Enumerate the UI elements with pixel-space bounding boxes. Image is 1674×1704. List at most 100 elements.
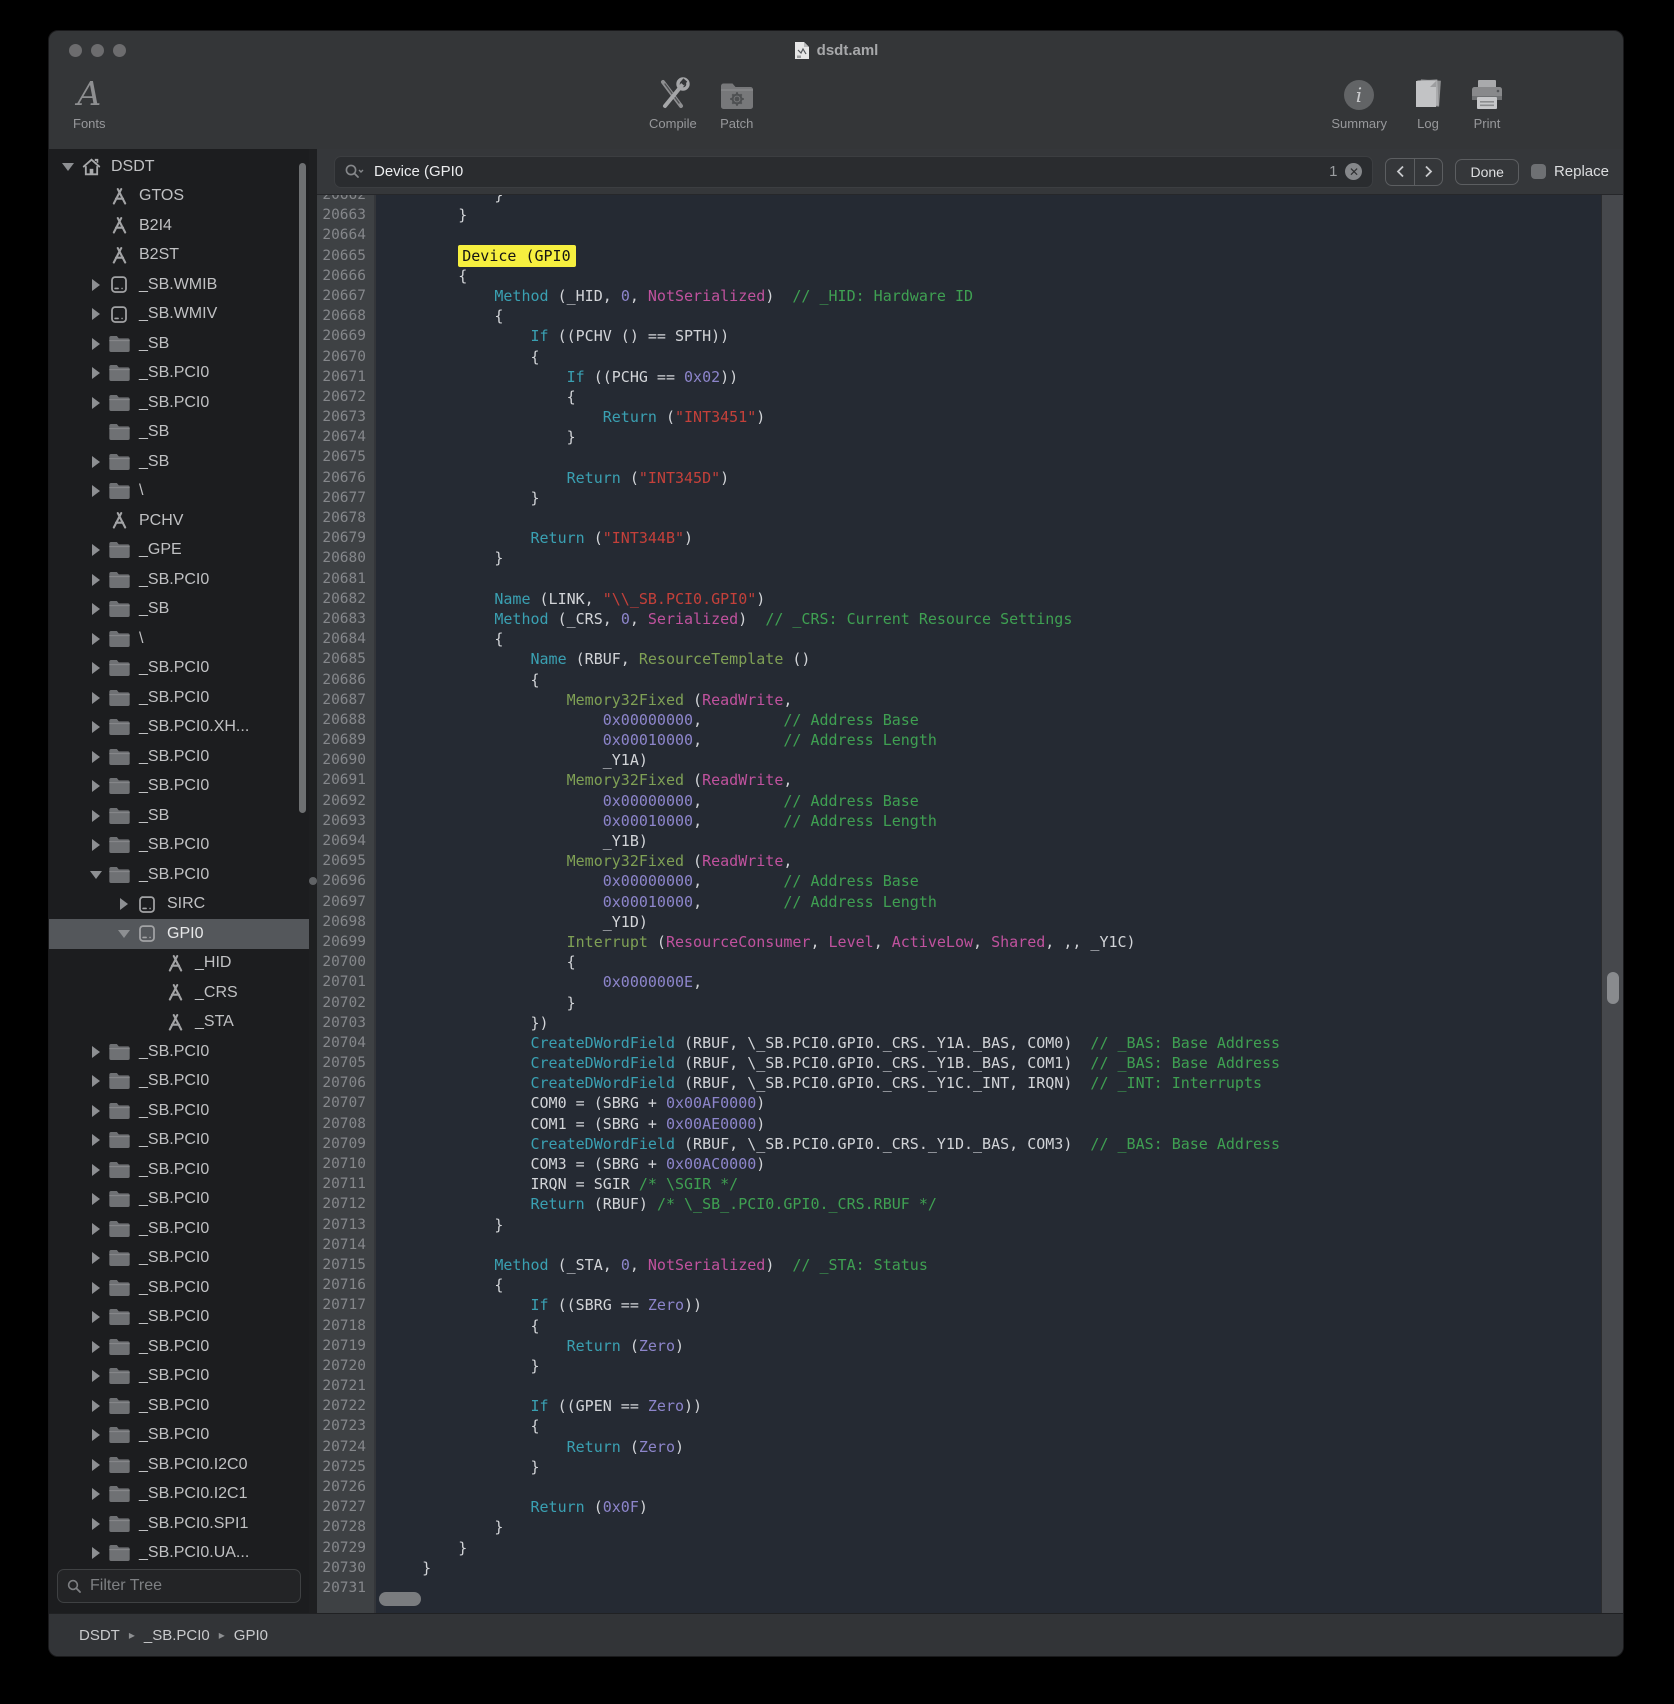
disclosure-triangle[interactable] <box>87 1223 105 1235</box>
title-bar[interactable]: dsdt.aml <box>49 31 1623 69</box>
disclosure-triangle[interactable] <box>87 780 105 792</box>
tree-item-sbpci0[interactable]: _SB.PCI0 <box>49 359 309 389</box>
tree-item-sbpci0[interactable]: _SB.PCI0 <box>49 1214 309 1244</box>
tree-item-sbpci0[interactable]: _SB.PCI0 <box>49 742 309 772</box>
tree-item-sb[interactable]: _SB <box>49 801 309 831</box>
disclosure-triangle[interactable] <box>87 603 105 615</box>
tree-item-sbpci0[interactable]: _SB.PCI0 <box>49 1362 309 1392</box>
disclosure-triangle[interactable] <box>87 456 105 468</box>
tree-item-sbwmiv[interactable]: _SB.WMIV <box>49 300 309 330</box>
log-button[interactable]: Log <box>1411 75 1445 131</box>
tree-item-sbpci0[interactable]: _SB.PCI0 <box>49 565 309 595</box>
fonts-button[interactable]: A Fonts <box>73 75 106 131</box>
disclosure-triangle[interactable] <box>87 1252 105 1264</box>
tree-item-sbpci0[interactable]: _SB.PCI0 <box>49 1332 309 1362</box>
tree-item-sbpci0i2c0[interactable]: _SB.PCI0.I2C0 <box>49 1450 309 1480</box>
divider-handle-icon[interactable] <box>309 877 317 885</box>
tree-item-sbpci0[interactable]: _SB.PCI0 <box>49 772 309 802</box>
print-button[interactable]: Print <box>1469 75 1505 131</box>
disclosure-triangle[interactable] <box>87 751 105 763</box>
vertical-scrollbar-thumb[interactable] <box>1607 972 1619 1004</box>
disclosure-triangle[interactable] <box>87 1341 105 1353</box>
disclosure-triangle[interactable] <box>87 1459 105 1471</box>
tree-item-sbpci0ua[interactable]: _SB.PCI0.UA... <box>49 1539 309 1564</box>
find-field[interactable]: 1 ✕ <box>334 156 1373 188</box>
clear-search-icon[interactable]: ✕ <box>1345 163 1362 180</box>
tree-item-sbpci0[interactable]: _SB.PCI0 <box>49 1421 309 1451</box>
tree-item-gpe[interactable]: _GPE <box>49 536 309 566</box>
disclosure-triangle[interactable] <box>87 574 105 586</box>
done-button[interactable]: Done <box>1455 159 1518 185</box>
tree-item-sbpci0[interactable]: _SB.PCI0 <box>49 1391 309 1421</box>
tree-item-b2st[interactable]: B2ST <box>49 241 309 271</box>
disclosure-triangle[interactable] <box>87 1282 105 1294</box>
disclosure-triangle[interactable] <box>87 1046 105 1058</box>
disclosure-triangle[interactable] <box>87 1164 105 1176</box>
find-input[interactable] <box>372 162 1321 181</box>
tree-item-[interactable]: \ <box>49 624 309 654</box>
tree-item-sbpci0[interactable]: _SB.PCI0 <box>49 1273 309 1303</box>
breadcrumb-item[interactable]: DSDT <box>79 1627 120 1644</box>
disclosure-triangle[interactable] <box>87 1547 105 1559</box>
compile-button[interactable]: Compile <box>649 75 697 131</box>
tree-item-sbpci0xh[interactable]: _SB.PCI0.XH... <box>49 713 309 743</box>
tree-item-sbpci0[interactable]: _SB.PCI0 <box>49 1244 309 1274</box>
tree-item-sbpci0spi1[interactable]: _SB.PCI0.SPI1 <box>49 1509 309 1539</box>
disclosure-triangle[interactable] <box>87 839 105 851</box>
tree-item-gtos[interactable]: GTOS <box>49 182 309 212</box>
disclosure-triangle[interactable] <box>87 692 105 704</box>
disclosure-triangle[interactable] <box>87 633 105 645</box>
disclosure-triangle[interactable] <box>87 662 105 674</box>
disclosure-triangle[interactable] <box>87 1193 105 1205</box>
tree-item-sbpci0[interactable]: _SB.PCI0 <box>49 1185 309 1215</box>
tree-item-sb[interactable]: _SB <box>49 447 309 477</box>
tree-item-sbpci0[interactable]: _SB.PCI0 <box>49 1096 309 1126</box>
disclosure-triangle[interactable] <box>87 871 105 879</box>
tree-item-sbpci0[interactable]: _SB.PCI0 <box>49 388 309 418</box>
disclosure-triangle[interactable] <box>87 1400 105 1412</box>
tree-item-sbpci0[interactable]: _SB.PCI0 <box>49 1126 309 1156</box>
disclosure-triangle[interactable] <box>87 367 105 379</box>
pane-divider[interactable] <box>309 149 317 1613</box>
disclosure-triangle[interactable] <box>87 1370 105 1382</box>
patch-button[interactable]: Patch <box>719 75 755 131</box>
tree-item-sta[interactable]: _STA <box>49 1008 309 1038</box>
disclosure-triangle[interactable] <box>87 279 105 291</box>
disclosure-triangle[interactable] <box>87 1105 105 1117</box>
tree-item-crs[interactable]: _CRS <box>49 978 309 1008</box>
filter-tree-input[interactable] <box>88 1576 299 1596</box>
disclosure-triangle[interactable] <box>87 1134 105 1146</box>
tree-item-sirc[interactable]: SIRC <box>49 890 309 920</box>
tree-item-sbpci0[interactable]: _SB.PCI0 <box>49 831 309 861</box>
disclosure-triangle[interactable] <box>87 397 105 409</box>
editor-vertical-scrollbar[interactable] <box>1601 195 1623 1613</box>
tree-item-hid[interactable]: _HID <box>49 949 309 979</box>
tree-item-sbpci0[interactable]: _SB.PCI0 <box>49 1155 309 1185</box>
disclosure-triangle[interactable] <box>87 308 105 320</box>
filter-tree-field[interactable] <box>57 1569 301 1603</box>
disclosure-triangle[interactable] <box>87 1429 105 1441</box>
tree-item-sbpci0[interactable]: _SB.PCI0 <box>49 1303 309 1333</box>
breadcrumb-item[interactable]: GPI0 <box>234 1627 268 1644</box>
disclosure-triangle[interactable] <box>87 810 105 822</box>
disclosure-triangle[interactable] <box>115 898 133 910</box>
tree-item-[interactable]: \ <box>49 477 309 507</box>
find-next-button[interactable] <box>1414 159 1442 185</box>
disclosure-triangle[interactable] <box>87 1311 105 1323</box>
disclosure-triangle[interactable] <box>87 544 105 556</box>
tree-item-pchv[interactable]: PCHV <box>49 506 309 536</box>
code-editor[interactable]: 20662 }20663 }2066420665 Device (GPI0206… <box>317 195 1623 1613</box>
tree-item-sbpci0[interactable]: _SB.PCI0 <box>49 683 309 713</box>
disclosure-triangle[interactable] <box>59 163 77 171</box>
tree-item-sbpci0[interactable]: _SB.PCI0 <box>49 654 309 684</box>
tree-item-sbwmib[interactable]: _SB.WMIB <box>49 270 309 300</box>
tree-item-b2i4[interactable]: B2I4 <box>49 211 309 241</box>
disclosure-triangle[interactable] <box>87 485 105 497</box>
find-previous-button[interactable] <box>1386 159 1414 185</box>
tree-item-sbpci0[interactable]: _SB.PCI0 <box>49 1037 309 1067</box>
disclosure-triangle[interactable] <box>115 930 133 938</box>
tree-item-dsdt[interactable]: DSDT <box>49 152 309 182</box>
summary-button[interactable]: i Summary <box>1331 75 1387 131</box>
disclosure-triangle[interactable] <box>87 1518 105 1530</box>
tree-item-sb[interactable]: _SB <box>49 418 309 448</box>
